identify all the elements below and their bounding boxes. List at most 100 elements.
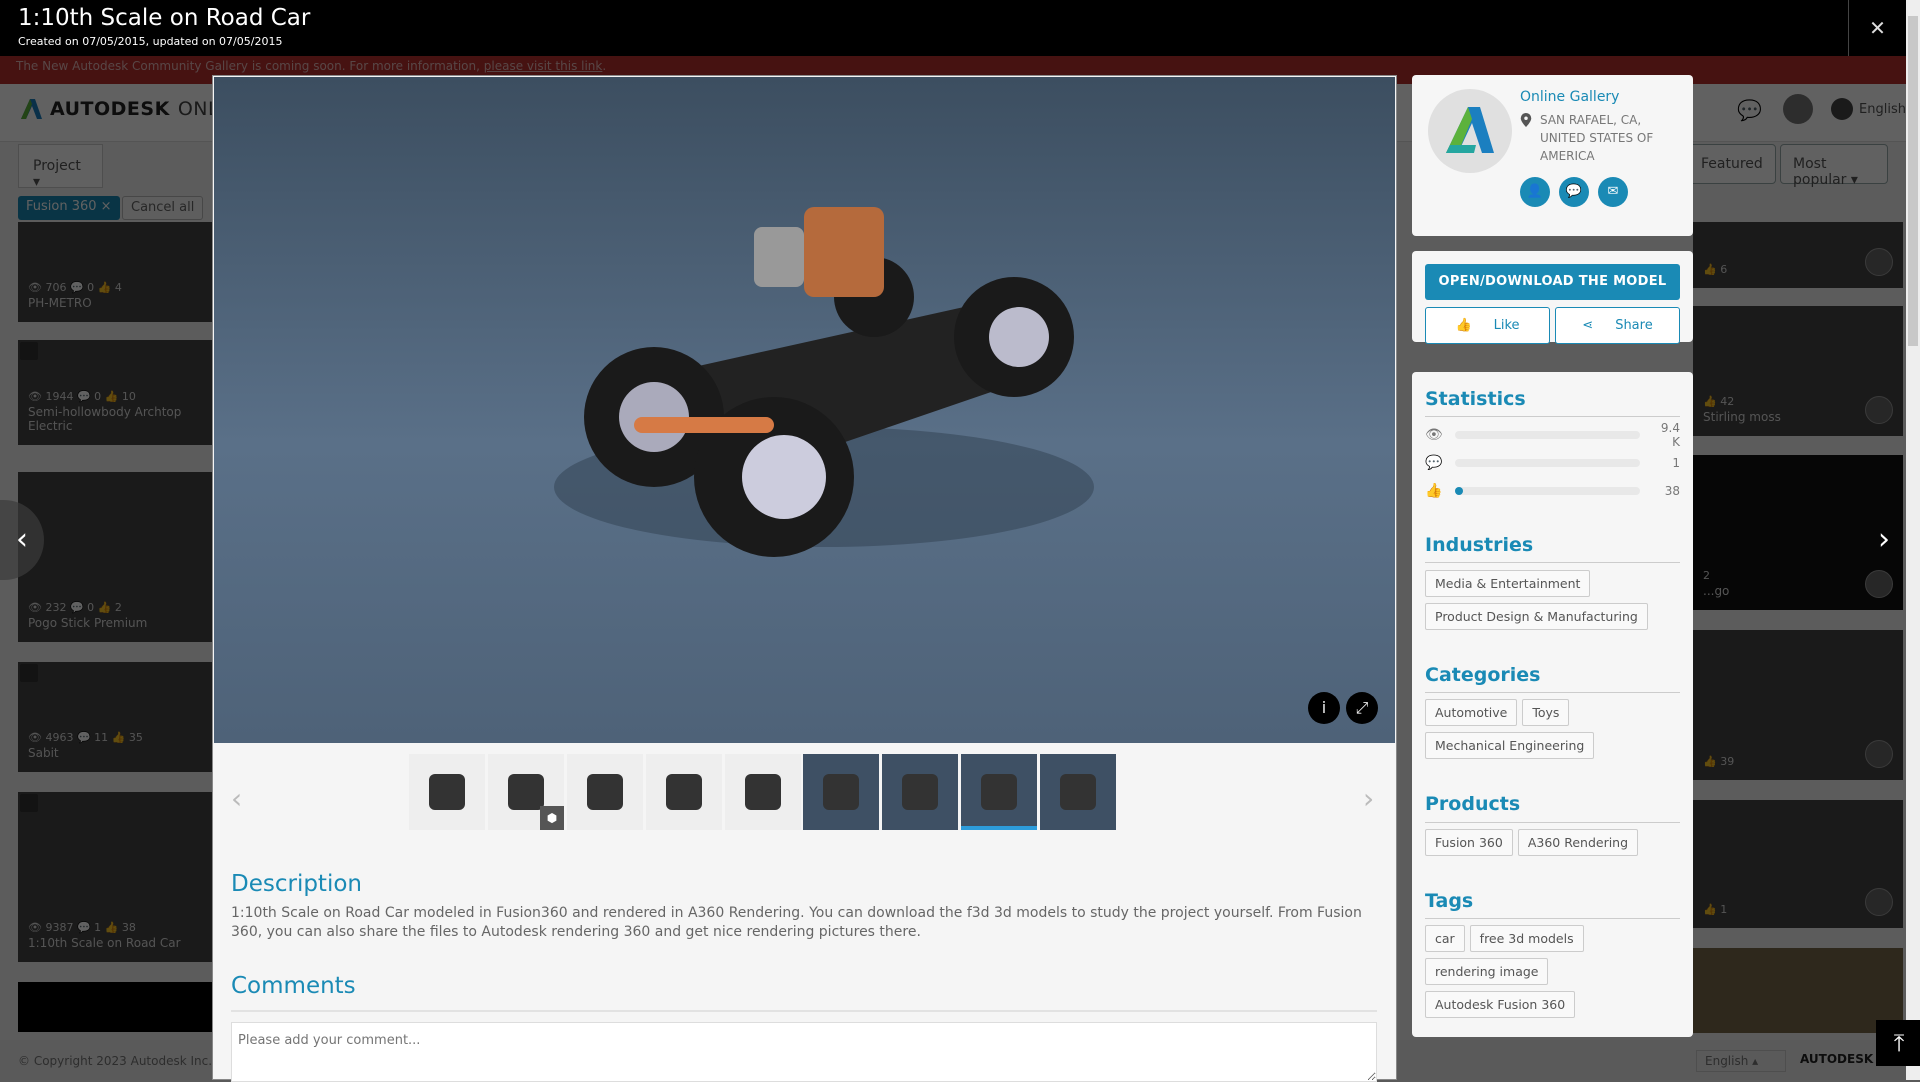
tags-tag[interactable]: car bbox=[1425, 925, 1465, 952]
thumbnail[interactable] bbox=[1040, 754, 1116, 830]
products-list: Fusion 360 A360 Rendering bbox=[1425, 829, 1685, 856]
industries-list: Media & Entertainment Product Design & Ma… bbox=[1425, 570, 1685, 630]
tags-tag[interactable]: Autodesk Fusion 360 bbox=[1425, 991, 1576, 1018]
comments-stat: 💬 1 bbox=[1425, 453, 1680, 473]
description-heading: Description bbox=[231, 871, 362, 897]
tags-tag[interactable]: free 3d models bbox=[1469, 925, 1584, 952]
author-location-text: SAN RAFAEL, CA, UNITED STATES OF AMERICA bbox=[1540, 113, 1654, 163]
description-text: 1:10th Scale on Road Car modeled in Fusi… bbox=[231, 905, 1362, 940]
thumbnail-image bbox=[745, 774, 781, 810]
location-pin-icon bbox=[1520, 113, 1532, 127]
close-icon: ✕ bbox=[1869, 16, 1886, 40]
likes-stat: 👍 38 bbox=[1425, 481, 1680, 501]
categories-tag[interactable]: Mechanical Engineering bbox=[1425, 732, 1595, 759]
products-tag[interactable]: Fusion 360 bbox=[1425, 829, 1513, 856]
comment-icon: 💬 bbox=[1425, 455, 1443, 471]
products-divider bbox=[1425, 822, 1680, 823]
thumbnails-next-button[interactable]: › bbox=[1363, 782, 1374, 815]
comments-divider bbox=[231, 1010, 1377, 1012]
thumbnail-image bbox=[666, 774, 702, 810]
share-button[interactable]: ⋖ Share bbox=[1555, 307, 1680, 344]
like-label: Like bbox=[1493, 318, 1520, 333]
author-location: SAN RAFAEL, CA, UNITED STATES OF AMERICA bbox=[1520, 111, 1680, 165]
views-bar bbox=[1455, 431, 1640, 439]
likes-bar-fill bbox=[1455, 487, 1463, 495]
thumbs-up-icon: 👍 bbox=[1425, 483, 1443, 499]
add-contact-button[interactable]: 👤 bbox=[1520, 177, 1550, 207]
industries-tag[interactable]: Media & Entertainment bbox=[1425, 570, 1591, 597]
info-button[interactable]: i bbox=[1308, 692, 1340, 724]
arrow-up-icon: ⤒ bbox=[1893, 1029, 1905, 1057]
actions-card: OPEN/DOWNLOAD THE MODEL 👍 Like ⋖ Share bbox=[1412, 251, 1693, 344]
message-button[interactable]: 💬 bbox=[1559, 177, 1589, 207]
scrollbar-thumb[interactable] bbox=[1908, 16, 1918, 346]
comments-count: 1 bbox=[1672, 456, 1680, 470]
comments-heading: Comments bbox=[231, 973, 356, 999]
expand-icon: ⤢ bbox=[1355, 698, 1369, 717]
page-scrollbar[interactable] bbox=[1906, 0, 1920, 1080]
author-avatar[interactable] bbox=[1428, 89, 1512, 173]
thumbnail-image bbox=[1060, 774, 1096, 810]
comments-bar bbox=[1455, 459, 1640, 467]
products-tag[interactable]: A360 Rendering bbox=[1517, 829, 1639, 856]
like-button[interactable]: 👍 Like bbox=[1425, 307, 1550, 344]
fullscreen-button[interactable]: ⤢ bbox=[1346, 692, 1378, 724]
industries-tag[interactable]: Product Design & Manufacturing bbox=[1425, 603, 1648, 630]
categories-tag[interactable]: Toys bbox=[1522, 699, 1570, 726]
thumbnail-image bbox=[587, 774, 623, 810]
autodesk-logo-icon bbox=[1446, 107, 1494, 153]
thumbnail[interactable] bbox=[409, 754, 485, 830]
back-to-top-button[interactable]: ⤒ bbox=[1876, 1020, 1920, 1066]
modal-subtitle: Created on 07/05/2015, updated on 07/05/… bbox=[18, 35, 283, 48]
statistics-heading: Statistics bbox=[1425, 388, 1526, 410]
modal-title-bar: 1:10th Scale on Road Car Created on 07/0… bbox=[0, 0, 1906, 56]
thumbnail[interactable] bbox=[646, 754, 722, 830]
email-button[interactable]: ✉ bbox=[1598, 177, 1628, 207]
statistics-divider bbox=[1425, 416, 1680, 417]
categories-divider bbox=[1425, 692, 1680, 693]
close-button[interactable]: ✕ bbox=[1848, 0, 1906, 56]
thumbnail-image bbox=[823, 774, 859, 810]
add-user-icon: 👤 bbox=[1526, 184, 1544, 199]
likes-count: 38 bbox=[1664, 484, 1680, 498]
thumbnail[interactable] bbox=[803, 754, 879, 830]
open-download-button[interactable]: OPEN/DOWNLOAD THE MODEL bbox=[1425, 264, 1680, 300]
comment-input[interactable] bbox=[231, 1022, 1377, 1082]
categories-heading: Categories bbox=[1425, 664, 1541, 686]
industries-heading: Industries bbox=[1425, 534, 1534, 556]
model-detail-modal: i ⤢ ‹ › Description 1:10th Scale on Road… bbox=[212, 75, 1397, 1082]
likes-bar bbox=[1455, 487, 1640, 495]
categories-tag[interactable]: Automotive bbox=[1425, 699, 1518, 726]
tags-list: car free 3d models rendering image Autodesk… bbox=[1425, 925, 1685, 1018]
industries-divider bbox=[1425, 562, 1680, 563]
author-card: Online Gallery SAN RAFAEL, CA, UNITED ST… bbox=[1412, 75, 1693, 236]
share-icon: ⋖ bbox=[1582, 318, 1594, 333]
share-label: Share bbox=[1615, 318, 1653, 333]
thumbnail-image bbox=[429, 774, 465, 810]
views-stat: 👁 9.4 K bbox=[1425, 421, 1680, 449]
comments-bar-fill bbox=[1455, 459, 1463, 467]
views-count: 9.4 K bbox=[1660, 421, 1680, 449]
next-model-button[interactable]: › bbox=[1862, 500, 1906, 580]
thumbnail-image bbox=[508, 774, 544, 810]
image-viewer[interactable]: i ⤢ bbox=[214, 77, 1395, 743]
thumbs-up-icon: 👍 bbox=[1455, 318, 1472, 333]
thumbnail-image bbox=[902, 774, 938, 810]
tags-tag[interactable]: rendering image bbox=[1425, 958, 1549, 985]
model-info-card: Statistics 👁 9.4 K 💬 1 👍 38 Industries Medi… bbox=[1412, 372, 1693, 1037]
thumbnail[interactable] bbox=[567, 754, 643, 830]
thumbnail[interactable]: ⬢ bbox=[488, 754, 564, 830]
thumbnail-image bbox=[981, 774, 1017, 810]
chevron-left-icon: ‹ bbox=[16, 522, 28, 557]
chat-icon: 💬 bbox=[1565, 184, 1583, 199]
thumbnail[interactable] bbox=[882, 754, 958, 830]
tags-heading: Tags bbox=[1425, 890, 1474, 912]
thumbnails-prev-button[interactable]: ‹ bbox=[231, 782, 242, 815]
envelope-icon: ✉ bbox=[1607, 184, 1619, 199]
modal-title: 1:10th Scale on Road Car bbox=[18, 5, 311, 31]
thumbnail[interactable] bbox=[961, 754, 1037, 830]
tags-divider bbox=[1425, 918, 1680, 919]
author-name[interactable]: Online Gallery bbox=[1520, 89, 1619, 105]
thumbnail[interactable] bbox=[725, 754, 801, 830]
eye-icon: 👁 bbox=[1425, 427, 1443, 443]
